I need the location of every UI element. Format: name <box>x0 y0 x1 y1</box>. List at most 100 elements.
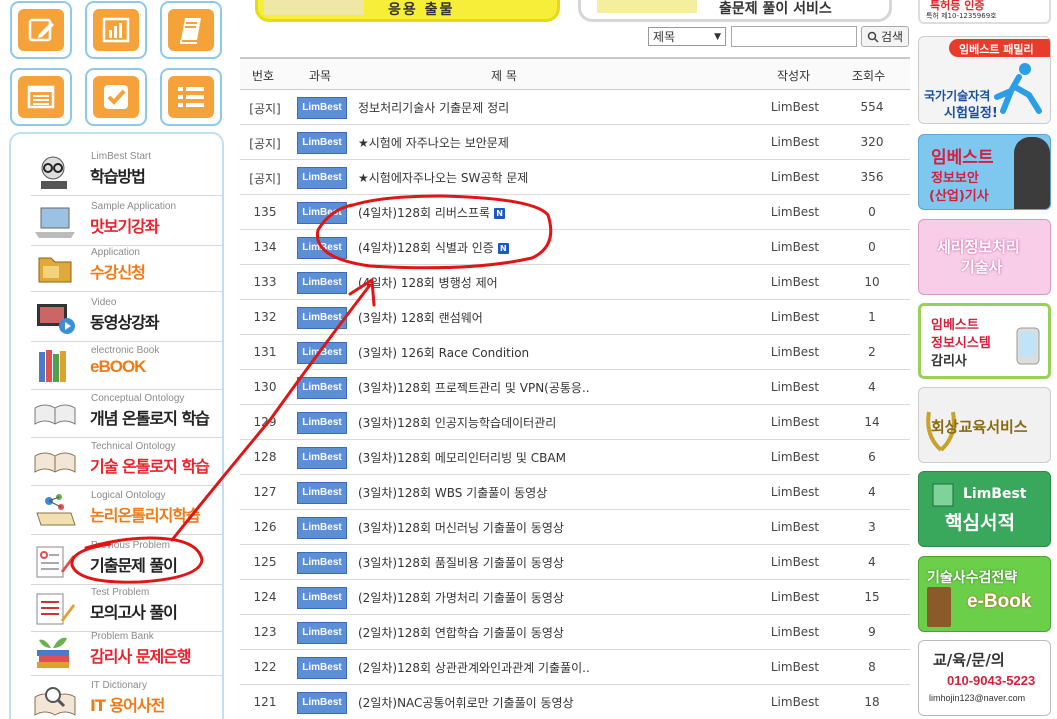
subject-badge[interactable]: LimBest <box>297 272 347 294</box>
post-title-link[interactable]: (4일차) 128회 병행성 제어 <box>358 274 498 291</box>
subject-badge[interactable]: LimBest <box>297 342 347 364</box>
subject-badge[interactable]: LimBest <box>297 412 347 434</box>
post-title-link[interactable]: (4일차)128회 식별과 인증 N <box>358 239 509 256</box>
quick-tile-list[interactable] <box>160 68 222 126</box>
quick-tile-book[interactable] <box>160 1 222 59</box>
sidebar-item-previous-problem[interactable]: Previous Problem 기출문제 풀이 <box>31 537 224 585</box>
table-row[interactable]: 135 LimBest (4일차)128회 리버스프록 N LimBest 0 <box>240 195 910 230</box>
post-title-link[interactable]: (3일차)128회 머신러닝 기출풀이 동영상 <box>358 519 564 536</box>
search-button[interactable]: 검색 <box>861 26 909 47</box>
table-row[interactable]: [공지] LimBest ★시험에 자주나오는 보안문제 LimBest 320 <box>240 125 910 160</box>
post-number: 131 <box>253 345 277 359</box>
quick-tile-write[interactable] <box>10 1 72 59</box>
quick-tile-schedule[interactable] <box>10 68 72 126</box>
post-title-link[interactable]: (3일차)128회 프로젝트관리 및 VPN(공통응.. <box>358 379 590 396</box>
sidebar-item-test-problem[interactable]: Test Problem 모의고사 풀이 <box>31 584 224 632</box>
table-row[interactable]: 121 LimBest (2일차)NAC공통어휘로만 기출풀이 동영상 LimBest… <box>240 685 910 719</box>
subject-badge[interactable]: LimBest <box>297 622 347 644</box>
subject-badge[interactable]: LimBest <box>297 377 347 399</box>
banner-core-books[interactable]: LimBest 핵심서적 <box>918 471 1051 547</box>
quick-tile-check[interactable] <box>85 68 147 126</box>
sidebar-item-it-dictionary[interactable]: IT Dictionary IT 용어사전 <box>31 677 224 719</box>
table-row[interactable]: [공지] LimBest ★시험에자주나오는 SW공학 문제 LimBest 356 <box>240 160 910 195</box>
bullet-list-icon <box>178 87 204 107</box>
post-title-link[interactable]: ★시험에 자주나오는 보안문제 <box>358 134 509 151</box>
sidebar-item-apply[interactable]: Application 수강신청 <box>31 244 224 292</box>
post-author: LimBest <box>770 100 820 114</box>
post-title-link[interactable]: ★시험에자주나오는 SW공학 문제 <box>358 169 528 186</box>
table-row[interactable]: 130 LimBest (3일차)128회 프로젝트관리 및 VPN(공통응.. Li… <box>240 370 910 405</box>
post-title-link[interactable]: (3일차)128회 품질비용 기출풀이 동영상 <box>358 554 564 571</box>
subject-badge[interactable]: LimBest <box>297 552 347 574</box>
post-views: 9 <box>868 625 876 639</box>
sidebar-item-concept-ontology[interactable]: Conceptual Ontology 개념 온톨로지 학습 <box>31 390 224 438</box>
subject-badge[interactable]: LimBest <box>297 167 347 189</box>
sidebar-item-study-method[interactable]: LimBest Start 학습방법 <box>31 148 224 196</box>
sidebar-item-video[interactable]: Video 동영상강좌 <box>31 294 224 342</box>
banner-service-line1: 회상교육서비스 <box>931 418 1028 436</box>
sidebar-item-logic-ontology[interactable]: Logical Ontology 논리온톨리지학습 <box>31 487 224 535</box>
top-banner-right[interactable]: 출문제 풀이 서비스 <box>578 0 892 22</box>
table-row[interactable]: 124 LimBest (2일차)128회 가명처리 기출풀이 동영상 LimBest… <box>240 580 910 615</box>
subject-badge[interactable]: LimBest <box>297 482 347 504</box>
subject-badge[interactable]: LimBest <box>297 132 347 154</box>
new-badge-icon: N <box>497 243 509 254</box>
sidebar-item-label: 감리사 문제은행 <box>90 647 192 666</box>
table-row[interactable]: 127 LimBest (3일차)128회 WBS 기출풀이 동영상 LimBest 4 <box>240 475 910 510</box>
board-table: 번호 과목 제 목 작성자 조회수 [공지] LimBest 정보처리기술사 기출문… <box>240 57 910 719</box>
post-title-link[interactable]: (2일차)NAC공통어휘로만 기출풀이 동영상 <box>358 694 574 711</box>
table-row[interactable]: 123 LimBest (2일차)128회 연합학습 기출풀이 동영상 LimBest… <box>240 615 910 650</box>
post-title-link[interactable]: (3일차)128회 WBS 기출풀이 동영상 <box>358 484 547 501</box>
subject-badge[interactable]: LimBest <box>297 692 347 714</box>
post-title-link[interactable]: 정보처리기술사 기출문제 정리 <box>358 99 509 116</box>
banner-contact[interactable]: 교/육/문/의 010-9043-5223 limhojin123@naver.… <box>918 640 1051 716</box>
post-title-link[interactable]: (2일차)128회 상관관계와인과관계 기출풀이.. <box>358 659 590 676</box>
banner-family-schedule[interactable]: 임베스트 패밀리 국가기술자격 시험일정! <box>918 36 1051 124</box>
table-row[interactable]: 131 LimBest (3일차) 126회 Race Condition LimBe… <box>240 335 910 370</box>
banner-security-engineer[interactable]: 임베스트 정보보안 (산업)기사 <box>918 134 1051 210</box>
table-row[interactable]: 126 LimBest (3일차)128회 머신러닝 기출풀이 동영상 LimBest… <box>240 510 910 545</box>
sidebar-item-ebook[interactable]: electronic Book eBOOK <box>31 342 224 390</box>
subject-badge[interactable]: LimBest <box>297 447 347 469</box>
subject-badge[interactable]: LimBest <box>297 587 347 609</box>
post-title-link[interactable]: (3일차) 126회 Race Condition <box>358 344 529 361</box>
top-banner-left[interactable]: 응용 출물 <box>255 0 560 22</box>
subject-badge[interactable]: LimBest <box>297 202 347 224</box>
post-title-link[interactable]: (3일차) 128회 랜섬웨어 <box>358 309 483 326</box>
post-title-link[interactable]: (2일차)128회 연합학습 기출풀이 동영상 <box>358 624 564 641</box>
subject-badge[interactable]: LimBest <box>297 307 347 329</box>
search-field-select[interactable]: 제목 ▼ <box>648 27 726 46</box>
banner-seri[interactable]: 세리정보처리 기술사 <box>918 219 1051 295</box>
subject-badge[interactable]: LimBest <box>297 657 347 679</box>
post-title-link[interactable]: (3일차)128회 인공지능학습데이터관리 <box>358 414 556 431</box>
banner-seri-line1: 세리정보처리 <box>937 238 1020 256</box>
post-title-link[interactable]: (4일차)128회 리버스프록 N <box>358 204 506 221</box>
sidebar-item-sample[interactable]: Sample Application 맛보기강좌 <box>31 198 224 246</box>
table-row[interactable]: 125 LimBest (3일차)128회 품질비용 기출풀이 동영상 LimBest… <box>240 545 910 580</box>
sidebar-item-tech-ontology[interactable]: Technical Ontology 기술 온톨로지 학습 <box>31 438 224 486</box>
search-input[interactable] <box>731 26 857 47</box>
table-row[interactable]: 133 LimBest (4일차) 128회 병행성 제어 LimBest 10 <box>240 265 910 300</box>
banner-patent[interactable]: 특허등 인증 특허 제10-1235969호 <box>918 0 1051 24</box>
table-row[interactable]: 134 LimBest (4일차)128회 식별과 인증 N LimBest 0 <box>240 230 910 265</box>
post-views: 18 <box>864 695 880 709</box>
banner-security-line3: (산업)기사 <box>929 189 989 204</box>
post-title-link[interactable]: (3일차)128회 메모리인터리빙 및 CBAM <box>358 449 566 466</box>
banner-education-service[interactable]: 회상교육서비스 <box>918 387 1051 463</box>
table-row[interactable]: 128 LimBest (3일차)128회 메모리인터리빙 및 CBAM LimBes… <box>240 440 910 475</box>
banner-ebook-strategy[interactable]: 기술사수검전략 e-Book <box>918 556 1051 632</box>
quick-tile-stats[interactable] <box>85 1 147 59</box>
table-row[interactable]: [공지] LimBest 정보처리기술사 기출문제 정리 LimBest 554 <box>240 90 910 125</box>
sidebar-item-label: 동영상강좌 <box>90 313 160 332</box>
table-row[interactable]: 129 LimBest (3일차)128회 인공지능학습데이터관리 LimBest 14 <box>240 405 910 440</box>
banner-auditor[interactable]: 임베스트 정보시스템 감리사 <box>918 303 1051 379</box>
sidebar-item-problem-bank[interactable]: Problem Bank 감리사 문제은행 <box>31 628 224 676</box>
subject-badge[interactable]: LimBest <box>297 97 347 119</box>
table-row[interactable]: 132 LimBest (3일차) 128회 랜섬웨어 LimBest 1 <box>240 300 910 335</box>
sidebar-item-en: Previous Problem <box>91 540 170 551</box>
subject-badge[interactable]: LimBest <box>297 517 347 539</box>
table-body: [공지] LimBest 정보처리기술사 기출문제 정리 LimBest 554 [공지]… <box>240 90 910 719</box>
subject-badge[interactable]: LimBest <box>297 237 347 259</box>
post-title-link[interactable]: (2일차)128회 가명처리 기출풀이 동영상 <box>358 589 564 606</box>
table-row[interactable]: 122 LimBest (2일차)128회 상관관계와인과관계 기출풀이.. LimB… <box>240 650 910 685</box>
